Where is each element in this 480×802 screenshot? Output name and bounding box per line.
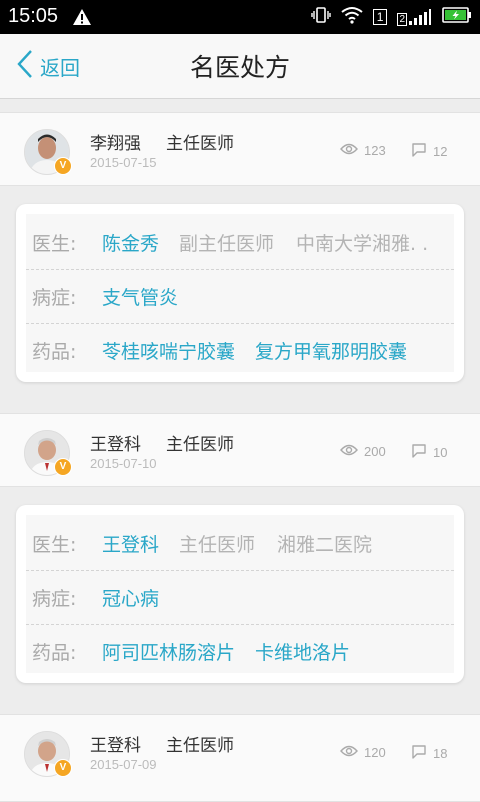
doctor-title: 主任医师 <box>166 736 234 756</box>
verified-badge-icon: V <box>54 157 72 175</box>
comment-icon <box>411 143 427 160</box>
medicine-link[interactable]: 卡维地洛片 <box>255 638 350 665</box>
post-header[interactable]: V 王登科 主任医师 2015-07-09 120 18 <box>0 714 480 802</box>
prescription-card-body: 医生: 王登科 主任医师 湘雅二医院 病症: 冠心病 药品: 阿司匹林肠溶片 卡… <box>26 515 454 673</box>
comment-count: 18 <box>411 745 447 762</box>
comment-count: 10 <box>411 444 447 461</box>
prescription-card[interactable]: 医生: 陈金秀 副主任医师 中南大学湘雅. . 病症: 支气管炎 药品: 苓桂咳… <box>16 204 464 382</box>
medicine-row: 药品: 阿司匹林肠溶片 卡维地洛片 <box>26 625 454 677</box>
verified-badge-icon: V <box>54 759 72 777</box>
disease-label: 病症: <box>32 587 77 610</box>
status-time: 15:05 <box>8 5 59 27</box>
view-count: 123 <box>340 143 386 158</box>
disease-label: 病症: <box>32 286 77 309</box>
card-doctor-title: 副主任医师 <box>179 232 275 255</box>
comment-count-value: 12 <box>433 144 448 159</box>
post-header[interactable]: V 王登科 主任医师 2015-07-10 200 10 <box>0 413 480 487</box>
eye-icon <box>340 143 358 158</box>
view-count-value: 123 <box>364 143 386 158</box>
page-title: 名医处方 <box>189 53 290 82</box>
warning-icon <box>72 8 92 30</box>
medicine-label: 药品: <box>32 641 77 664</box>
card-hospital: 湘雅二医院 <box>277 533 373 556</box>
eye-icon <box>340 745 358 760</box>
doctor-row: 医生: 王登科 主任医师 湘雅二医院 <box>26 517 454 569</box>
post-date: 2015-07-15 <box>90 155 157 170</box>
doctor-name[interactable]: 王登科 <box>90 731 141 756</box>
vibrate-icon <box>311 6 331 28</box>
card-hospital: 中南大学湘雅. . <box>296 232 429 255</box>
doctor-label: 医生: <box>32 232 77 255</box>
comment-count-value: 18 <box>433 746 448 761</box>
verified-badge-icon: V <box>54 458 72 476</box>
sim1-icon: 1 <box>372 9 388 25</box>
nav-bar: 返回 名医处方 <box>0 34 480 99</box>
doctor-name[interactable]: 王登科 <box>90 430 141 455</box>
card-doctor-name[interactable]: 陈金秀 <box>102 229 159 256</box>
doctor-row: 医生: 陈金秀 副主任医师 中南大学湘雅. . <box>26 216 454 268</box>
view-count-value: 200 <box>364 444 386 459</box>
medicine-label: 药品: <box>32 340 77 363</box>
battery-icon <box>442 6 472 28</box>
post-header[interactable]: V 李翔强 主任医师 2015-07-15 123 12 <box>0 112 480 186</box>
doctor-label: 医生: <box>32 533 77 556</box>
post-date: 2015-07-09 <box>90 757 157 772</box>
disease-row: 病症: 冠心病 <box>26 571 454 623</box>
disease-link[interactable]: 冠心病 <box>102 584 159 611</box>
view-count: 120 <box>340 745 386 760</box>
medicine-link[interactable]: 复方甲氧那明胶囊 <box>255 337 407 364</box>
disease-row: 病症: 支气管炎 <box>26 270 454 322</box>
card-doctor-title: 主任医师 <box>179 533 256 556</box>
eye-icon <box>340 444 358 459</box>
medicine-row: 药品: 苓桂咳喘宁胶囊 复方甲氧那明胶囊 <box>26 324 454 376</box>
status-bar: 15:05 1 2 <box>0 0 480 34</box>
medicine-link[interactable]: 苓桂咳喘宁胶囊 <box>102 337 235 364</box>
comment-icon <box>411 745 427 762</box>
wifi-icon <box>341 6 363 28</box>
card-doctor-name[interactable]: 王登科 <box>102 530 159 557</box>
post-date: 2015-07-10 <box>90 456 157 471</box>
signal-icon: 2 <box>397 8 432 26</box>
comment-count-value: 10 <box>433 445 448 460</box>
sim2-label: 2 <box>397 13 407 26</box>
comment-count: 12 <box>411 143 447 160</box>
prescription-card[interactable]: 医生: 王登科 主任医师 湘雅二医院 病症: 冠心病 药品: 阿司匹林肠溶片 卡… <box>16 505 464 683</box>
comment-icon <box>411 444 427 461</box>
prescription-card-body: 医生: 陈金秀 副主任医师 中南大学湘雅. . 病症: 支气管炎 药品: 苓桂咳… <box>26 214 454 372</box>
disease-link[interactable]: 支气管炎 <box>102 283 178 310</box>
view-count-value: 120 <box>364 745 386 760</box>
doctor-name[interactable]: 李翔强 <box>90 129 141 154</box>
doctor-title: 主任医师 <box>166 435 234 455</box>
view-count: 200 <box>340 444 386 459</box>
doctor-title: 主任医师 <box>166 134 234 154</box>
medicine-link[interactable]: 阿司匹林肠溶片 <box>102 638 235 665</box>
